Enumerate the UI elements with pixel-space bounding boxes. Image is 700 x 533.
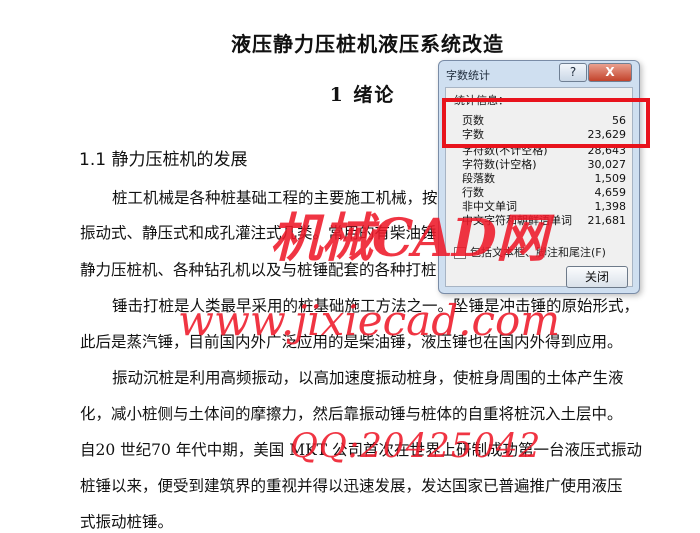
close-icon[interactable]: X xyxy=(588,63,632,82)
stat-value: 30,027 xyxy=(587,158,627,171)
stat-key: 段落数 xyxy=(462,172,495,185)
stat-key: 字符数(计空格) xyxy=(462,158,537,171)
paragraph-line: 振动沉桩是利用高频振动，以高加速度振动桩身，使桩身周围的土体产生液 xyxy=(112,369,624,387)
help-button[interactable]: ? xyxy=(559,63,587,82)
document-title: 液压静力压桩机液压系统改造 xyxy=(231,32,504,56)
paragraph-line: 桩锤以来，便受到建筑界的重视并得以迅速发展，发达国家已普遍推广使用液压 xyxy=(80,477,623,495)
section-heading: 1.1 静力压桩机的发展 xyxy=(79,150,248,170)
stat-value: 1,509 xyxy=(594,172,627,185)
dialog-title: 字数统计 xyxy=(446,69,490,82)
stat-value: 21,681 xyxy=(587,214,627,227)
paragraph-line: 化，减小桩侧与土体间的摩擦力，然后靠振动锤与桩体的自重将桩沉入土层中。 xyxy=(80,405,623,423)
highlight-box xyxy=(442,98,650,148)
watermark-line: www.jixiecad.com xyxy=(178,296,561,345)
close-button[interactable]: 关闭 xyxy=(566,266,628,288)
stat-row: 字符数(计空格) 30,027 xyxy=(462,158,632,172)
watermark-line: 机械CAD网 xyxy=(270,208,548,269)
stat-value: 4,659 xyxy=(594,186,627,199)
stat-value: 1,398 xyxy=(594,200,627,213)
paragraph-line: 式振动桩锤。 xyxy=(80,513,174,531)
stat-row: 段落数 1,509 xyxy=(462,172,632,186)
watermark-line: QQ:20425042 xyxy=(290,426,542,466)
